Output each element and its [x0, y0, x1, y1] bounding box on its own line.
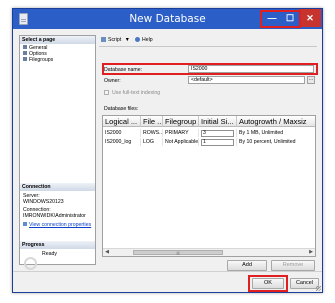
cell-autogrowth[interactable]: By 10 percent, Unlimited — [237, 138, 315, 146]
toolbar: Script ▼ Help — [99, 35, 317, 46]
table-row[interactable]: IS2000_log LOG Not Applicable 1 By 10 pe… — [103, 138, 315, 146]
progress-spinner-icon — [24, 257, 37, 270]
help-button[interactable]: Help — [135, 37, 153, 43]
column-header-file-type[interactable]: File ... — [141, 116, 163, 127]
cell-file-type[interactable]: LOG — [141, 138, 163, 146]
link-label[interactable]: View connection properties — [29, 222, 91, 228]
page-label: Filegroups — [29, 57, 54, 63]
cell-file-type[interactable]: ROWS... — [141, 129, 163, 137]
view-connection-properties-link[interactable]: View connection properties — [23, 222, 91, 228]
owner-label: Owner: — [104, 78, 121, 84]
cell-autogrowth[interactable]: By 1 MB, Unlimited — [237, 129, 315, 137]
initial-size-input[interactable]: 1 — [201, 139, 234, 146]
toolbar-divider — [99, 46, 317, 47]
owner-browse-button[interactable]: ... — [307, 76, 315, 84]
page-icon — [23, 57, 27, 61]
database-name-label: Database name: — [104, 67, 143, 73]
progress-status: Ready — [42, 251, 57, 257]
column-header-initial-size[interactable]: Initial Si... — [199, 116, 237, 127]
scrollbar-thumb[interactable]: ||| — [133, 250, 223, 255]
close-button[interactable]: ✕ — [299, 9, 321, 27]
script-icon — [101, 37, 106, 42]
connection-header: Connection — [20, 183, 95, 191]
cell-logical-name[interactable]: IS2000_log — [103, 138, 141, 146]
fulltext-checkbox[interactable] — [104, 90, 109, 95]
cell-filegroup[interactable]: Not Applicable — [163, 138, 199, 146]
left-pane: Select a page General Options Filegroups… — [19, 35, 96, 270]
initial-size-input[interactable]: 3 — [201, 130, 234, 137]
progress-header: Progress — [20, 241, 95, 249]
column-header-filegroup[interactable]: Filegroup — [163, 116, 199, 127]
column-header-logical-name[interactable]: Logical ... — [103, 116, 141, 127]
dialog-button-bar: OK Cancel — [13, 271, 322, 292]
column-header-autogrowth[interactable]: Autogrowth / Maxsiz — [237, 116, 315, 127]
chevron-down-icon[interactable]: ▼ — [125, 37, 130, 43]
connection-value: IMRONWIDK\Administrator — [23, 213, 86, 219]
database-name-input[interactable]: IS2000 — [188, 65, 314, 73]
database-files-grid[interactable]: Logical ... File ... Filegroup Initial S… — [102, 115, 316, 257]
script-label: Script — [108, 37, 122, 43]
horizontal-scrollbar[interactable]: ◀ ||| ▶ — [103, 248, 315, 256]
cell-initial-size[interactable]: 1 — [199, 138, 237, 146]
title-bar[interactable]: New Database — ☐ ✕ — [13, 9, 322, 29]
fulltext-label: Use full-text indexing — [112, 90, 161, 96]
script-button[interactable]: Script ▼ — [101, 37, 130, 43]
resize-grip-icon[interactable] — [316, 286, 321, 291]
new-database-dialog: New Database — ☐ ✕ Select a page General… — [12, 8, 323, 293]
cell-initial-size[interactable]: 3 — [199, 129, 237, 137]
main-pane: Script ▼ Help Database name: IS2000 Owne… — [99, 35, 318, 271]
cancel-button[interactable]: Cancel — [290, 278, 319, 289]
page-item-filegroups[interactable]: Filegroups — [23, 57, 53, 63]
help-label: Help — [142, 37, 153, 43]
owner-input[interactable]: <default> — [188, 76, 305, 84]
highlight-box-window-buttons — [260, 10, 301, 28]
remove-button[interactable]: Remove — [271, 260, 315, 271]
cell-filegroup[interactable]: PRIMARY — [163, 129, 199, 137]
add-button[interactable]: Add — [227, 260, 267, 271]
server-value: WINDOWS20123 — [23, 199, 64, 205]
properties-icon — [23, 222, 27, 226]
scroll-left-arrow-icon[interactable]: ◀ — [103, 249, 111, 256]
ok-button[interactable]: OK — [252, 278, 284, 289]
table-row[interactable]: IS2000 ROWS... PRIMARY 3 By 1 MB, Unlimi… — [103, 129, 315, 137]
grid-header: Logical ... File ... Filegroup Initial S… — [103, 116, 315, 127]
page-icon — [23, 51, 27, 55]
page-icon — [23, 45, 27, 49]
database-files-label: Database files: — [104, 106, 139, 112]
scroll-right-arrow-icon[interactable]: ▶ — [307, 249, 315, 256]
select-page-header: Select a page — [20, 36, 95, 44]
cell-logical-name[interactable]: IS2000 — [103, 129, 141, 137]
help-icon — [135, 37, 140, 42]
